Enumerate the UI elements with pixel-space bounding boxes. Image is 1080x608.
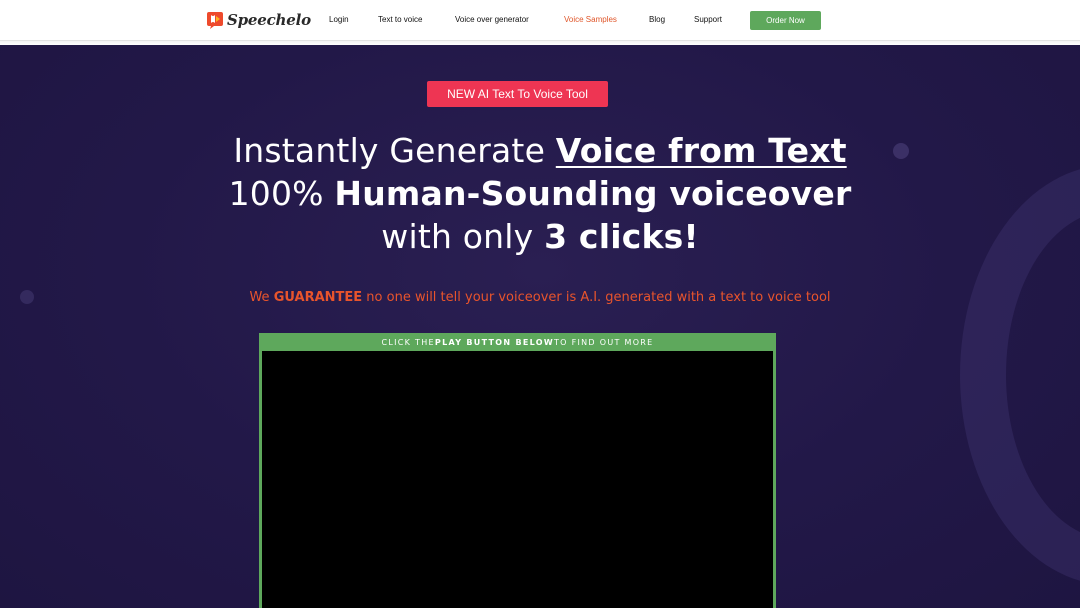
headline-line-3: with only 3 clicks! xyxy=(0,216,1080,258)
new-tool-badge[interactable]: NEW AI Text To Voice Tool xyxy=(427,81,608,107)
nav-blog[interactable]: Blog xyxy=(649,15,665,24)
headline-emphasis: Voice from Text xyxy=(555,131,847,170)
nav-voice-over-generator[interactable]: Voice over generator xyxy=(455,15,529,24)
guarantee-text: We GUARANTEE no one will tell your voice… xyxy=(0,290,1080,305)
guarantee-bold: GUARANTEE xyxy=(273,290,363,305)
nav-support[interactable]: Support xyxy=(694,15,722,24)
caption-pre: CLICK THE xyxy=(381,337,435,347)
caption-post: TO FIND OUT MORE xyxy=(553,337,654,347)
video-frame: CLICK THE PLAY BUTTON BELOW TO FIND OUT … xyxy=(259,333,776,608)
guarantee-post: no one will tell your voiceover is A.I. … xyxy=(362,290,831,305)
headline-text: 100% xyxy=(228,174,335,213)
caption-bold: PLAY BUTTON BELOW xyxy=(434,337,554,347)
site-header: Speechelo Login Text to voice Voice over… xyxy=(0,0,1080,41)
order-now-button[interactable]: Order Now xyxy=(750,11,821,30)
main-nav: Login Text to voice Voice over generator… xyxy=(0,15,1080,27)
headline-text: Instantly Generate xyxy=(233,131,556,170)
nav-text-to-voice[interactable]: Text to voice xyxy=(378,15,422,24)
guarantee-pre: We xyxy=(249,290,274,305)
nav-voice-samples[interactable]: Voice Samples xyxy=(564,15,617,24)
headline-text: with only xyxy=(381,217,545,256)
headline-line-1: Instantly Generate Voice from Text xyxy=(0,130,1080,172)
headline-emphasis: Human-Sounding voiceover xyxy=(334,174,852,213)
video-player[interactable] xyxy=(262,351,773,608)
video-caption: CLICK THE PLAY BUTTON BELOW TO FIND OUT … xyxy=(259,333,776,351)
nav-login[interactable]: Login xyxy=(329,15,349,24)
headline-emphasis: 3 clicks! xyxy=(544,217,699,256)
headline-line-2: 100% Human-Sounding voiceover xyxy=(0,173,1080,215)
